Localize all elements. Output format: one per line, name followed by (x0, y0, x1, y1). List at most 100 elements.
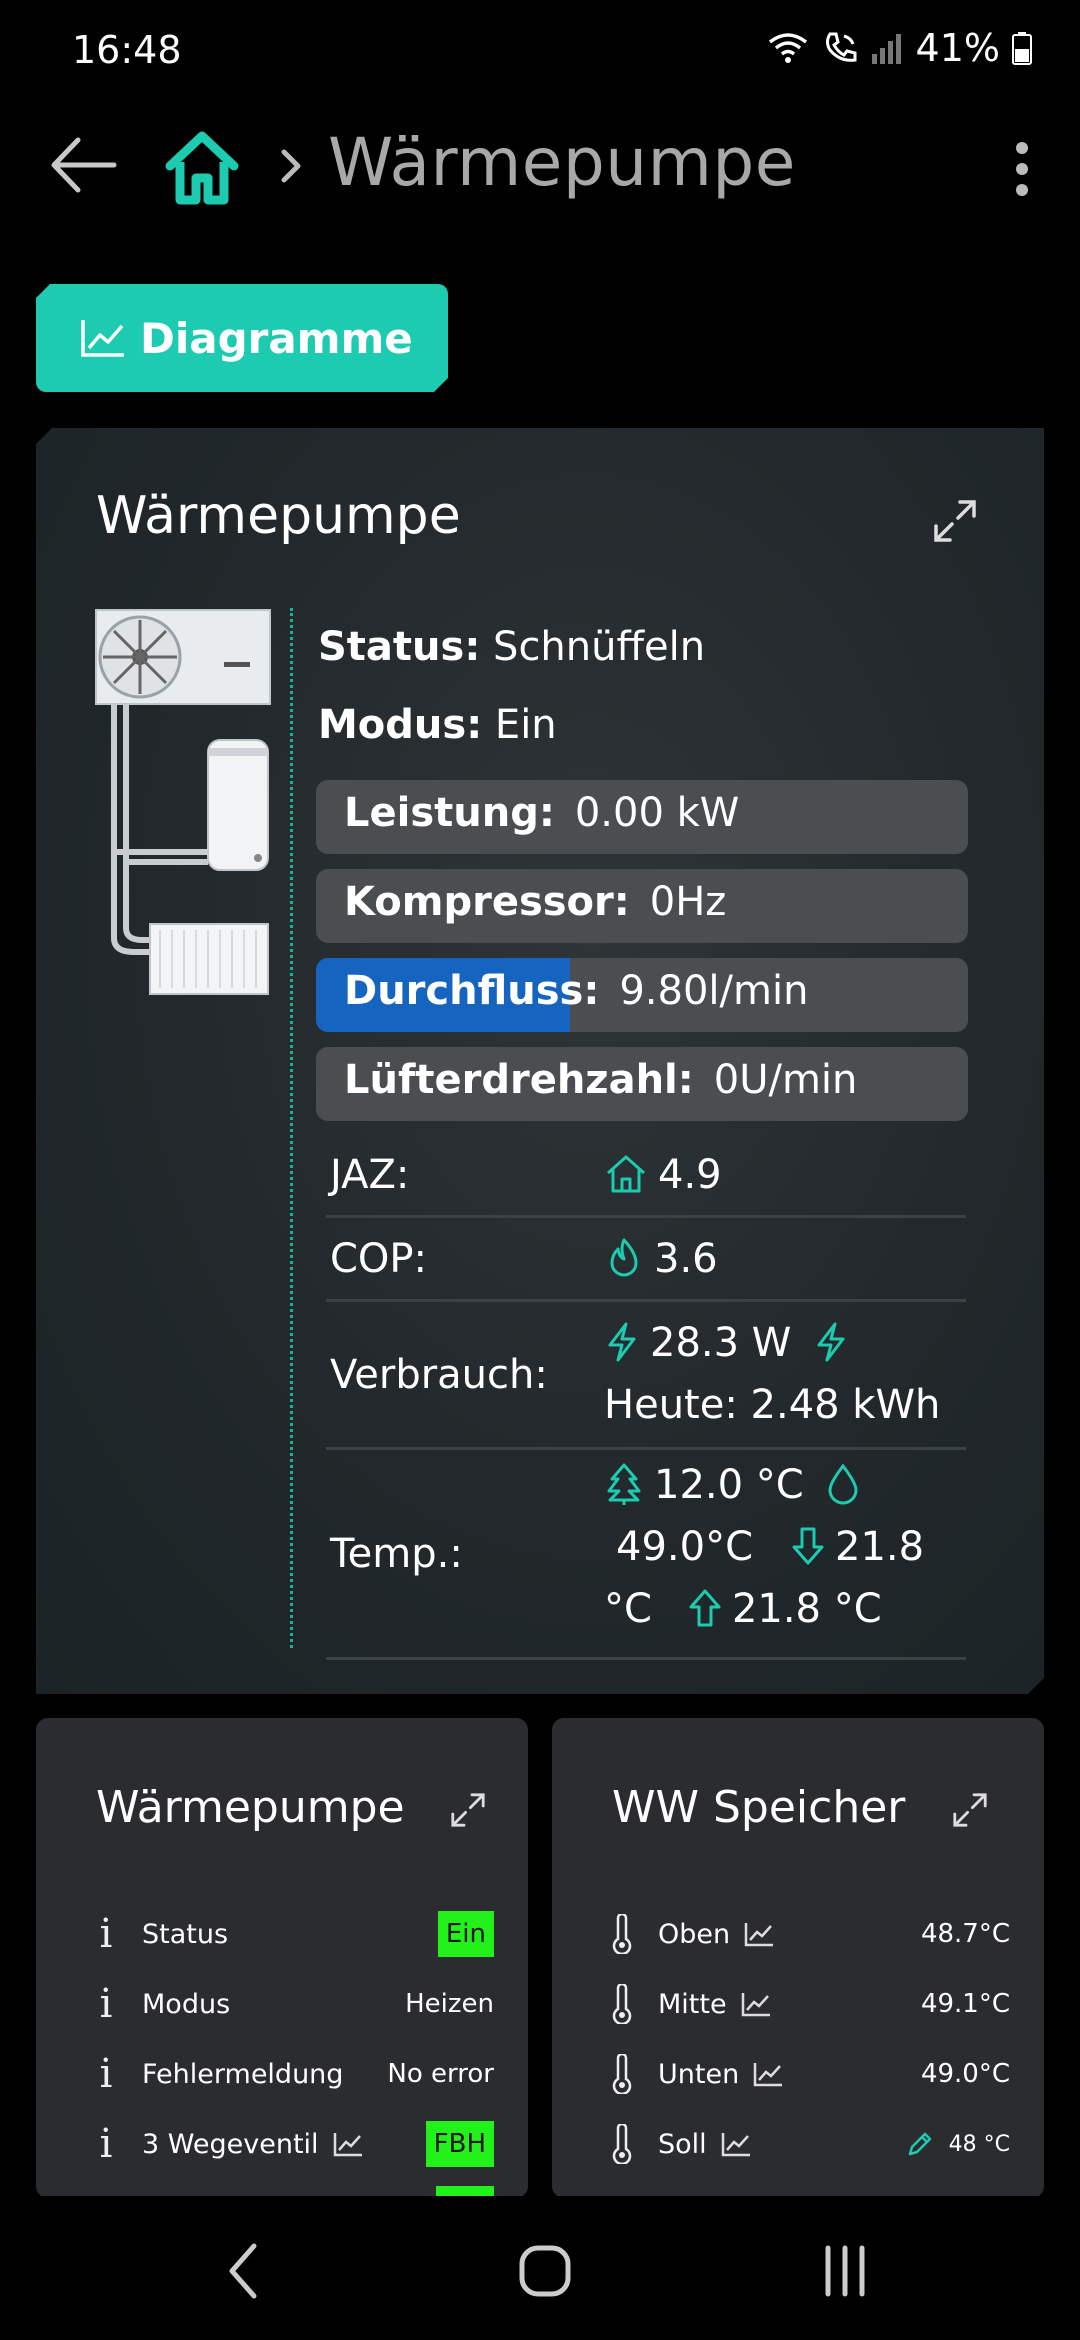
more-vert-icon[interactable] (1002, 134, 1042, 204)
heatpump-illustration (94, 608, 274, 998)
list-item: Oben 48.7°C (552, 1904, 1044, 1964)
list-item: Unten 49.0°C (552, 2044, 1044, 2104)
nav-recents-icon[interactable] (800, 2236, 890, 2306)
status-time: 16:48 (72, 28, 182, 72)
call-icon (825, 32, 857, 62)
temp-return-value: 21.8 (835, 1524, 925, 1570)
diagrams-button[interactable]: Diagramme (36, 284, 448, 392)
consumption-today: Heute: 2.48 kWh (604, 1382, 941, 1428)
home-icon[interactable] (162, 128, 242, 208)
app-bar: Wärmepumpe (0, 110, 1080, 222)
jaz-value: 4.9 (658, 1152, 722, 1198)
consumption-label: Verbrauch: (330, 1351, 548, 1398)
consumption-row: Verbrauch: 28.3 W Heute: 2.48 kWh (326, 1302, 966, 1450)
status-line: Status: Schnüffeln (318, 624, 705, 670)
info-icon: i (99, 1911, 113, 1957)
row-value: Heizen (405, 1989, 494, 2019)
row-value: 49.0°C (920, 2059, 1010, 2089)
battery-percent: 41% (915, 26, 1000, 70)
nav-back-icon[interactable] (200, 2236, 290, 2306)
hot-water-storage-card: WW Speicher Oben 48.7°C Mitte 49.1°C Unt… (552, 1718, 1044, 2198)
breadcrumb-chevron-icon (281, 149, 301, 183)
fan-speed-value: 0U/min (713, 1057, 858, 1103)
chart-line-icon[interactable] (741, 1991, 771, 2017)
row-label: Soll (658, 2128, 707, 2160)
cop-value: 3.6 (654, 1236, 718, 1282)
expand-icon[interactable] (448, 1790, 488, 1830)
fan-speed-label: Lüfterdrehzahl: (344, 1057, 694, 1103)
chart-line-icon[interactable] (721, 2131, 751, 2157)
list-item: i Status Ein (36, 1904, 528, 1964)
expand-icon[interactable] (930, 496, 980, 546)
heatpump-details-title: Wärmepumpe (96, 1782, 405, 1833)
row-label: 3 Wegeventil (142, 2128, 319, 2160)
temperature-row: Temp.: 12.0 °C 49.0°C 21.8 °C 21.8 °C (326, 1450, 966, 1660)
cop-row: COP: 3.6 (326, 1218, 966, 1302)
page-title: Wärmepumpe (328, 124, 796, 201)
status-icons: 41% (766, 26, 1032, 70)
flow-bar: Durchfluss: 9.80l/min (316, 958, 968, 1032)
chart-line-icon[interactable] (744, 1921, 774, 1947)
row-value: 48 °C (948, 2131, 1010, 2157)
chart-line-icon (80, 318, 126, 358)
compressor-label: Kompressor: (344, 879, 630, 925)
fan-speed-bar: Lüfterdrehzahl: 0U/min (316, 1047, 968, 1121)
flow-label: Durchfluss: (344, 968, 600, 1014)
row-label: Fehlermeldung (142, 2058, 344, 2090)
nav-home-icon[interactable] (500, 2236, 590, 2306)
jaz-label: JAZ: (330, 1151, 410, 1198)
compressor-bar: Kompressor: 0Hz (316, 869, 968, 943)
temp-return-unit: °C (604, 1586, 652, 1632)
status-value: Schnüffeln (493, 624, 706, 670)
row-value: No error (387, 2059, 494, 2089)
row-label: Status (142, 1918, 229, 1950)
temp-label: Temp.: (330, 1530, 463, 1577)
back-arrow-icon[interactable] (44, 130, 124, 200)
list-item: i Fehlermeldung No error (36, 2044, 528, 2104)
mode-label: Modus: (318, 702, 483, 748)
info-icon: i (99, 2121, 113, 2167)
vertical-divider (290, 608, 293, 1648)
expand-icon[interactable] (950, 1790, 990, 1830)
mode-value: Ein (494, 702, 557, 748)
jaz-row: JAZ: 4.9 (326, 1134, 966, 1218)
power-bar: Leistung: 0.00 kW (316, 780, 968, 854)
bolt-icon (813, 1321, 849, 1363)
thermometer-icon (612, 2124, 632, 2164)
card-title: Wärmepumpe (96, 486, 461, 546)
row-label: Modus (142, 1988, 231, 2020)
power-value: 0.00 kW (574, 790, 740, 836)
tree-icon (604, 1462, 644, 1506)
heatpump-overview-card: Wärmepumpe Status: Schnüffeln Modus: Ein… (36, 428, 1044, 1694)
pencil-icon[interactable] (906, 2130, 934, 2158)
status-badge: Ein (437, 1911, 494, 1957)
row-label: Oben (658, 1918, 731, 1950)
chart-line-icon[interactable] (333, 2131, 363, 2157)
chart-line-icon[interactable] (753, 2061, 783, 2087)
power-label: Leistung: (344, 790, 555, 836)
compressor-value: 0Hz (649, 879, 727, 925)
consumption-now: 28.3 W (650, 1320, 792, 1366)
row-label: Mitte (658, 1988, 727, 2020)
heatpump-details-card: Wärmepumpe i Status Ein i Modus Heizen i… (36, 1718, 528, 2198)
temp-flow: 21.8 °C (731, 1586, 882, 1632)
row-label: Unten (658, 2058, 740, 2090)
flow-value: 9.80l/min (619, 968, 809, 1014)
status-label: Status: (318, 624, 481, 670)
info-icon: i (99, 1981, 113, 2027)
water-drop-icon (826, 1463, 860, 1505)
wifi-calling-icon (768, 33, 807, 63)
row-value: 49.1°C (920, 1989, 1010, 2019)
list-item: i 3 Wegeventil FBH (36, 2114, 528, 2174)
status-badge: FBH (425, 2121, 494, 2167)
cop-label: COP: (330, 1235, 428, 1282)
stats-table: JAZ: 4.9 COP: 3.6 Verbrauch: 28.3 W Heut… (326, 1134, 966, 1660)
arrow-down-icon (791, 1525, 825, 1567)
thermometer-icon (612, 2054, 632, 2094)
system-nav-bar (0, 2196, 1080, 2340)
arrow-up-icon (688, 1587, 722, 1629)
row-value: 48.7°C (920, 1919, 1010, 1949)
list-item: i Modus Heizen (36, 1974, 528, 2034)
mode-line: Modus: Ein (318, 702, 557, 748)
battery-icon (1012, 32, 1032, 65)
